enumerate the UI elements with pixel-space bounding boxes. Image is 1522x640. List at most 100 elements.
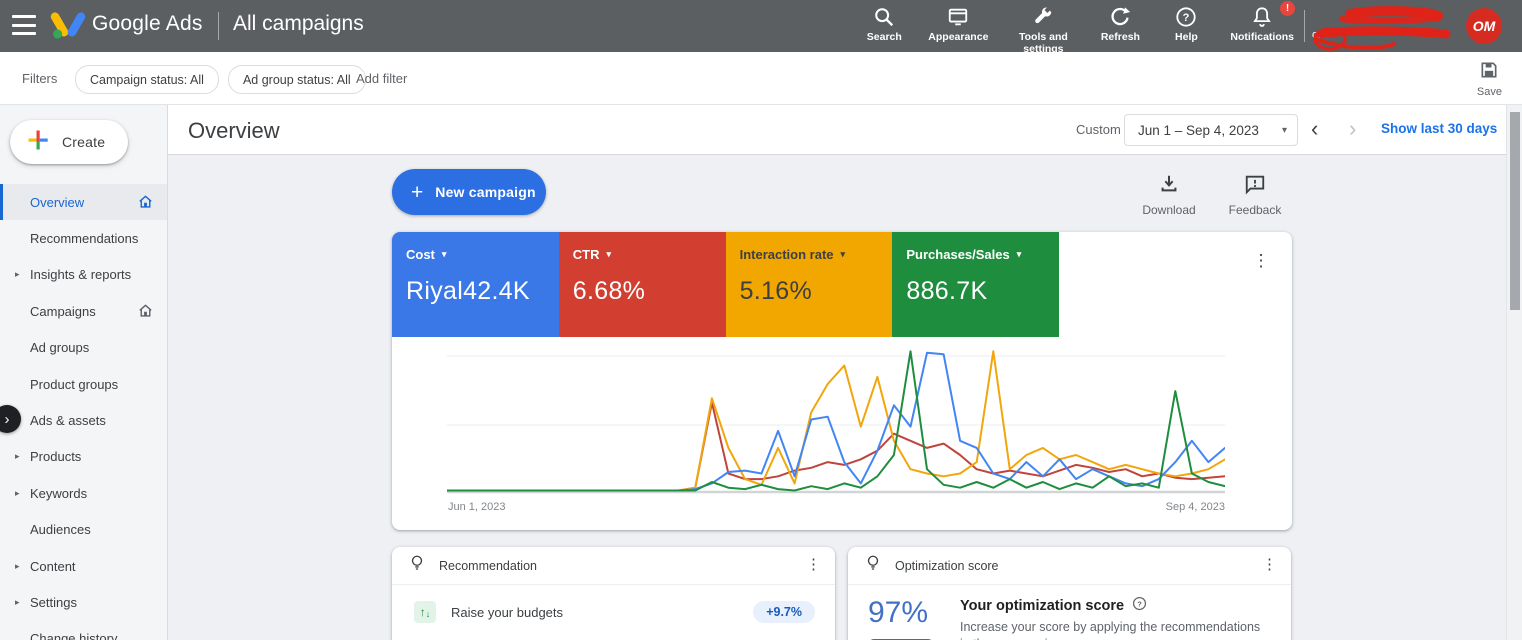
recommendation-item-label: Raise your budgets (451, 605, 563, 620)
chart-card-menu-button[interactable]: ⋮ (1250, 252, 1272, 271)
help-icon: ? (1175, 5, 1197, 29)
expand-arrow-icon: ▸ (15, 561, 20, 572)
filter-chip-ad-group-status-all[interactable]: Ad group status: All (228, 65, 366, 94)
topbar-action-refresh[interactable]: Refresh (1098, 5, 1142, 43)
x-axis-start-label: Jun 1, 2023 (448, 501, 506, 513)
feedback-label: Feedback (1229, 203, 1282, 217)
scorecard-purchases-sales[interactable]: Purchases/Sales▾886.7K (892, 232, 1059, 337)
x-axis-end-label: Sep 4, 2023 (1155, 501, 1225, 513)
create-label: Create (62, 134, 105, 150)
navigation-sidebar: Create OverviewRecommendations▸Insights … (0, 105, 168, 640)
account-divider (1304, 10, 1305, 42)
caret-down-icon: ▾ (1017, 249, 1022, 260)
optimization-score-card: Optimization score ⋮ 97% Your optimizati… (848, 547, 1291, 640)
help-circle-icon[interactable]: ? (1132, 596, 1147, 615)
scorecard-value: 886.7K (906, 277, 1059, 306)
new-campaign-button[interactable]: + New campaign (392, 169, 546, 215)
sidebar-item-ad-groups[interactable]: Ad groups (0, 330, 167, 366)
topbar-action-appearance[interactable]: Appearance (928, 5, 988, 43)
topbar-action-tools-and-settings[interactable]: Tools and settings (1010, 5, 1076, 55)
optimization-heading: Your optimization score (960, 598, 1124, 614)
recommendation-item[interactable]: ↑↓ Raise your budgets +9.7% (392, 585, 835, 623)
series-interaction-rate (447, 351, 1225, 490)
date-range-selector[interactable]: Jun 1 – Sep 4, 2023 ▾ (1124, 114, 1298, 146)
sidebar-item-overview[interactable]: Overview (0, 184, 167, 220)
lightbulb-icon (408, 554, 426, 577)
plus-icon: + (411, 182, 423, 203)
bell-icon (1251, 5, 1273, 29)
optimization-card-title: Optimization score (895, 559, 999, 573)
page-context: All campaigns (233, 12, 364, 36)
sidebar-item-audiences[interactable]: Audiences (0, 512, 167, 548)
show-last-30-days-link[interactable]: Show last 30 days (1381, 121, 1497, 136)
topbar-action-help[interactable]: ?Help (1164, 5, 1208, 43)
svg-text:?: ? (1137, 599, 1142, 608)
sidebar-item-campaigns[interactable]: Campaigns (0, 293, 167, 329)
lightbulb-icon (864, 554, 882, 577)
filter-chips: Campaign status: All Ad group status: All (75, 65, 366, 94)
main-menu-icon[interactable] (12, 15, 36, 35)
raise-budgets-icon: ↑↓ (414, 601, 436, 623)
sidebar-item-content[interactable]: ▸Content (0, 548, 167, 584)
avatar-initials: OM (1473, 18, 1496, 34)
optimization-heading-row: Your optimization score ? (960, 596, 1272, 615)
optimization-card-menu-button[interactable]: ⋮ (1262, 557, 1277, 574)
recommendation-card-title: Recommendation (439, 559, 537, 573)
optimization-card-header: Optimization score ⋮ (848, 547, 1291, 585)
expand-arrow-icon: ▸ (15, 488, 20, 499)
expand-arrow-icon: ▸ (15, 597, 20, 608)
save-button[interactable]: Save (1477, 60, 1502, 98)
sidebar-item-insights-reports[interactable]: ▸Insights & reports (0, 257, 167, 293)
recommendation-card: Recommendation ⋮ ↑↓ Raise your budgets +… (392, 547, 835, 640)
scorecard-ctr[interactable]: CTR▾6.68% (559, 232, 726, 337)
next-range-button[interactable]: › (1349, 118, 1356, 140)
optimization-score-block: 97% (868, 596, 934, 640)
sidebar-item-keywords[interactable]: ▸Keywords (0, 475, 167, 511)
optimization-description: Increase your score by applying the reco… (960, 619, 1272, 640)
svg-text:?: ? (1183, 12, 1190, 24)
date-range-value: Jun 1 – Sep 4, 2023 (1138, 123, 1259, 138)
down-arrow-icon: ↓ (426, 610, 431, 619)
topbar-action-search[interactable]: Search (862, 5, 906, 43)
sidebar-item-ads-assets[interactable]: ▸Ads & assets (0, 402, 167, 438)
scorecard-interaction-rate[interactable]: Interaction rate▾5.16% (726, 232, 893, 337)
feedback-icon (1244, 173, 1266, 200)
create-button[interactable]: Create (10, 120, 128, 164)
sidebar-item-products[interactable]: ▸Products (0, 439, 167, 475)
refresh-icon (1109, 5, 1131, 29)
save-icon (1479, 60, 1499, 85)
download-icon (1158, 173, 1180, 200)
create-plus-icon (27, 129, 49, 156)
scorecard-value: Riyal42.4K (406, 277, 559, 306)
notification-badge: ! (1280, 1, 1295, 16)
search-icon (873, 5, 895, 29)
filters-label: Filters (22, 71, 57, 86)
topbar-action-notifications[interactable]: Notifications! (1230, 5, 1294, 43)
download-button[interactable]: Download (1134, 173, 1204, 217)
chevron-right-icon: › (5, 411, 10, 428)
google-ads-logo-icon (50, 9, 86, 46)
wrench-icon (1032, 5, 1054, 29)
caret-down-icon: ▾ (607, 249, 612, 260)
page-title: Overview (188, 118, 280, 144)
optimization-text-block: Your optimization score ? Increase your … (960, 596, 1272, 640)
account-avatar[interactable]: OM (1466, 8, 1502, 44)
scrollbar-thumb[interactable] (1510, 112, 1520, 310)
scorecard-cost[interactable]: Cost▾Riyal42.4K (392, 232, 559, 337)
scorecard-value: 6.68% (573, 277, 726, 306)
previous-range-button[interactable]: ‹ (1311, 118, 1318, 140)
page-header: Overview Custom Jun 1 – Sep 4, 2023 ▾ ‹ … (168, 105, 1506, 155)
caret-down-icon: ▾ (442, 249, 447, 260)
account-info[interactable]: om (1312, 6, 1460, 48)
feedback-button[interactable]: Feedback (1220, 173, 1290, 217)
sidebar-item-recommendations[interactable]: Recommendations (0, 220, 167, 256)
sidebar-item-product-groups[interactable]: Product groups (0, 366, 167, 402)
filter-chip-campaign-status-all[interactable]: Campaign status: All (75, 65, 219, 94)
trend-chart (447, 342, 1225, 494)
sidebar-item-change-history[interactable]: Change history (0, 621, 167, 640)
expand-arrow-icon: ▸ (15, 269, 20, 280)
add-filter-button[interactable]: Add filter (356, 71, 407, 86)
sidebar-item-settings[interactable]: ▸Settings (0, 584, 167, 620)
recommendation-card-menu-button[interactable]: ⋮ (806, 557, 821, 574)
recommendation-card-header: Recommendation ⋮ (392, 547, 835, 585)
